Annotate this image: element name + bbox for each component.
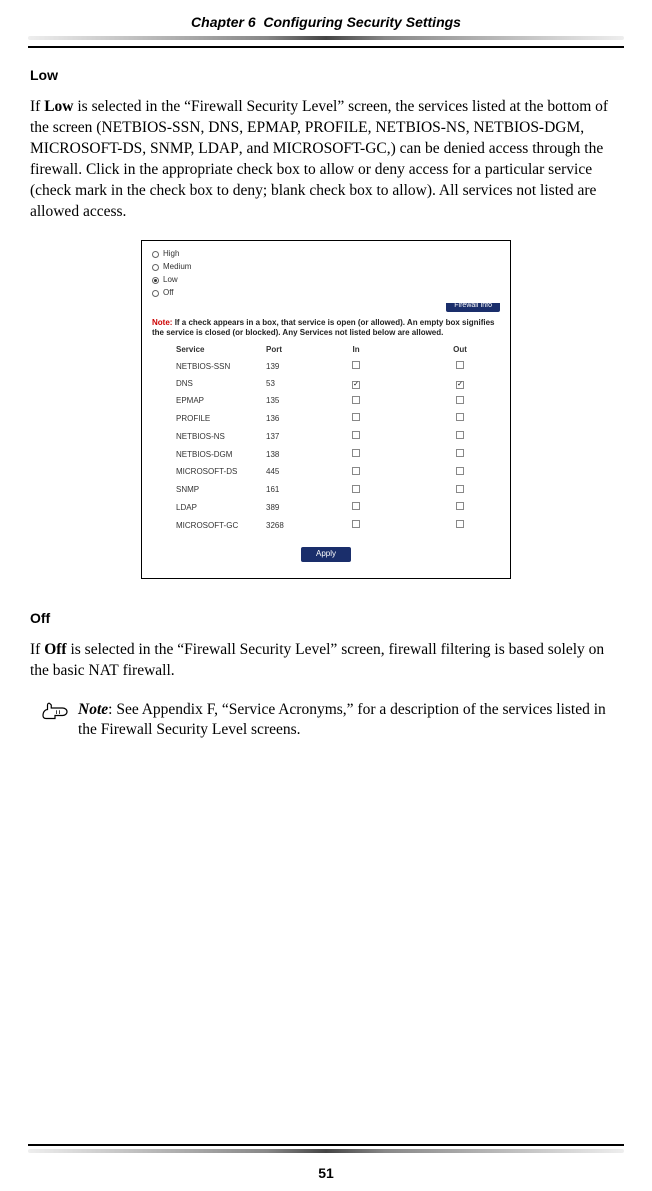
checkbox-out[interactable] <box>456 449 464 457</box>
firewall-info-button[interactable]: Firewall Info <box>446 303 500 312</box>
table-row: PROFILE136 <box>172 410 520 428</box>
checkbox-in[interactable] <box>352 485 360 493</box>
table-row: LDAP389 <box>172 499 520 517</box>
radio-low[interactable]: Low <box>152 275 500 286</box>
note-block: Note: See Appendix F, “Service Acronyms,… <box>30 700 622 742</box>
table-row: DNS53 <box>172 376 520 393</box>
checkbox-out[interactable] <box>456 502 464 510</box>
radio-off[interactable]: Off <box>152 288 500 299</box>
radio-icon <box>152 251 159 258</box>
table-row: NETBIOS-NS137 <box>172 428 520 446</box>
table-row: SNMP161 <box>172 482 520 500</box>
screenshot-note: Note: If a check appears in a box, that … <box>152 318 500 337</box>
checkbox-in[interactable] <box>352 381 360 389</box>
table-row: NETBIOS-SSN139 <box>172 358 520 376</box>
radio-high[interactable]: High <box>152 249 500 260</box>
chapter-header: Chapter 6 Configuring Security Settings <box>0 0 652 36</box>
checkbox-in[interactable] <box>352 520 360 528</box>
col-in: In <box>312 343 400 358</box>
footer-rules <box>0 1144 652 1159</box>
radio-icon <box>152 290 159 297</box>
chapter-title: Configuring Security Settings <box>263 14 461 30</box>
section-heading-off: Off <box>30 609 622 628</box>
checkbox-out[interactable] <box>456 396 464 404</box>
checkbox-in[interactable] <box>352 502 360 510</box>
table-row: EPMAP135 <box>172 393 520 411</box>
page-content: Low If Low is selected in the “Firewall … <box>0 48 652 741</box>
low-paragraph: If Low is selected in the “Firewall Secu… <box>30 97 622 223</box>
checkbox-in[interactable] <box>352 396 360 404</box>
checkbox-in[interactable] <box>352 431 360 439</box>
checkbox-out[interactable] <box>456 381 464 389</box>
radio-icon <box>152 277 159 284</box>
checkbox-out[interactable] <box>456 485 464 493</box>
radio-medium[interactable]: Medium <box>152 262 500 273</box>
table-row: MICROSOFT-GC3268 <box>172 517 520 535</box>
firewall-panel: High Medium Low Off Firewall Info Note: If … <box>141 240 511 578</box>
table-row: NETBIOS-DGM138 <box>172 446 520 464</box>
firewall-screenshot: High Medium Low Off Firewall Info Note: If … <box>141 240 511 578</box>
header-rule-gradient <box>28 36 624 40</box>
checkbox-out[interactable] <box>456 520 464 528</box>
checkbox-out[interactable] <box>456 431 464 439</box>
chapter-number: Chapter 6 <box>191 14 256 30</box>
checkbox-in[interactable] <box>352 467 360 475</box>
checkbox-out[interactable] <box>456 413 464 421</box>
table-row: MICROSOFT-DS445 <box>172 464 520 482</box>
page-number: 51 <box>0 1165 652 1181</box>
section-heading-low: Low <box>30 66 622 85</box>
off-paragraph: If Off is selected in the “Firewall Secu… <box>30 640 622 682</box>
col-out: Out <box>400 343 520 358</box>
checkbox-out[interactable] <box>456 467 464 475</box>
security-level-radios: High Medium Low Off <box>152 249 500 298</box>
checkbox-in[interactable] <box>352 413 360 421</box>
apply-button[interactable]: Apply <box>301 547 351 562</box>
radio-icon <box>152 264 159 271</box>
pointing-hand-icon <box>40 700 70 722</box>
services-table: Service Port In Out NETBIOS-SSN139DNS53E… <box>172 343 520 535</box>
col-service: Service <box>172 343 262 358</box>
note-text: Note: See Appendix F, “Service Acronyms,… <box>78 700 622 742</box>
checkbox-in[interactable] <box>352 361 360 369</box>
checkbox-in[interactable] <box>352 449 360 457</box>
checkbox-out[interactable] <box>456 361 464 369</box>
col-port: Port <box>262 343 312 358</box>
